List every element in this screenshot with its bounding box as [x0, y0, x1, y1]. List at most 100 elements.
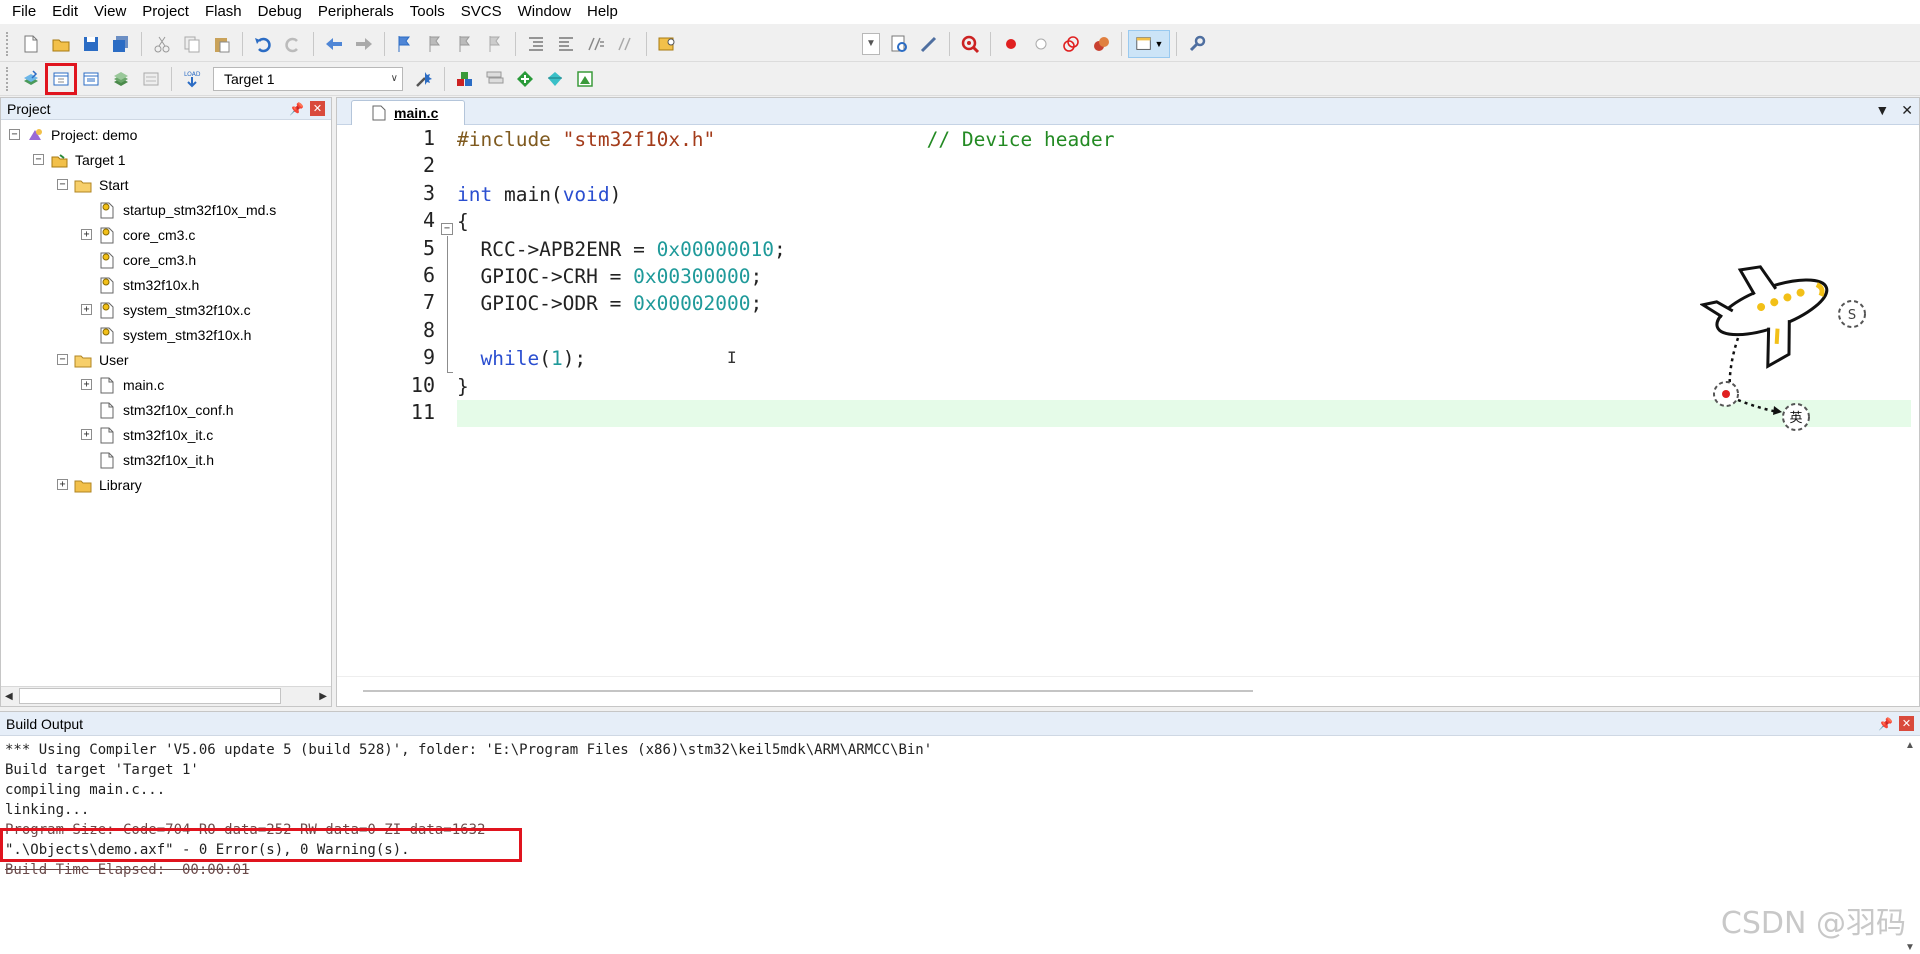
close-tab-icon[interactable]: ✕ — [1901, 102, 1913, 119]
menu-file[interactable]: File — [4, 0, 44, 24]
copy-icon[interactable] — [178, 30, 206, 58]
code-line[interactable]: RCC->APB2ENR = 0x00000010; — [457, 236, 1911, 263]
toolbar-grip[interactable] — [6, 66, 10, 91]
scroll-down-icon[interactable]: ▼ — [1905, 942, 1915, 953]
menu-tools[interactable]: Tools — [402, 0, 453, 24]
menu-edit[interactable]: Edit — [44, 0, 86, 24]
disable-breakpoints-icon[interactable] — [1057, 30, 1085, 58]
tab-list-dropdown-icon[interactable]: ▼ — [1875, 102, 1889, 119]
menu-peripherals[interactable]: Peripherals — [310, 0, 402, 24]
cut-icon[interactable] — [148, 30, 176, 58]
find-icon[interactable] — [885, 30, 913, 58]
tree-item[interactable]: − Target 1 — [1, 147, 331, 172]
menu-help[interactable]: Help — [579, 0, 626, 24]
editor-horizontal-scrollbar[interactable] — [337, 676, 1919, 706]
tree-item[interactable]: stm32f10x_it.h — [1, 447, 331, 472]
window-layout-icon[interactable]: ▼ — [1128, 29, 1170, 58]
code-line[interactable]: while(1); — [457, 345, 1911, 372]
paste-icon[interactable] — [208, 30, 236, 58]
select-software-packs-icon[interactable] — [571, 65, 599, 93]
target-select[interactable]: Target 1 ∨ — [213, 66, 403, 91]
code-line[interactable] — [457, 400, 1911, 427]
bookmark-clear-icon[interactable] — [481, 30, 509, 58]
bookmark-prev-icon[interactable] — [421, 30, 449, 58]
airplane-mascot-icon[interactable]: S 英 — [1700, 258, 1880, 448]
close-icon[interactable]: ✕ — [310, 101, 325, 116]
tree-item[interactable]: + main.c — [1, 372, 331, 397]
tree-item[interactable]: startup_stm32f10x_md.s — [1, 197, 331, 222]
toolbar-grip[interactable] — [6, 31, 10, 56]
indent-icon[interactable] — [522, 30, 550, 58]
fold-collapse-icon[interactable]: − — [441, 223, 453, 235]
tree-item[interactable]: system_stm32f10x.h — [1, 322, 331, 347]
enable-breakpoint-icon[interactable] — [1027, 30, 1055, 58]
tree-item[interactable]: stm32f10x_conf.h — [1, 397, 331, 422]
tree-item[interactable]: + stm32f10x_it.c — [1, 422, 331, 447]
navigate-back-icon[interactable] — [320, 30, 348, 58]
insert-breakpoint-icon[interactable] — [997, 30, 1025, 58]
translate-icon[interactable] — [17, 65, 45, 93]
tree-horizontal-scrollbar[interactable]: ◀ ▶ — [1, 686, 331, 706]
menu-debug[interactable]: Debug — [250, 0, 310, 24]
code-line[interactable] — [457, 153, 1911, 180]
pin-icon[interactable]: 📌 — [289, 102, 304, 116]
navigate-forward-icon[interactable] — [350, 30, 378, 58]
scroll-left-icon[interactable]: ◀ — [5, 691, 13, 702]
save-all-icon[interactable] — [107, 30, 135, 58]
code-line[interactable]: { — [457, 208, 1911, 235]
scroll-thumb[interactable] — [363, 686, 1253, 692]
expand-icon[interactable]: + — [81, 379, 92, 390]
menu-flash[interactable]: Flash — [197, 0, 250, 24]
select-packs-icon[interactable] — [481, 65, 509, 93]
bookmark-icon[interactable] — [391, 30, 419, 58]
tree-item[interactable]: core_cm3.h — [1, 247, 331, 272]
code-line[interactable]: int main(void) — [457, 181, 1911, 208]
menu-window[interactable]: Window — [510, 0, 579, 24]
expand-icon[interactable]: + — [57, 479, 68, 490]
rebuild-icon[interactable] — [77, 65, 105, 93]
unindent-icon[interactable] — [552, 30, 580, 58]
stop-build-icon[interactable] — [137, 65, 165, 93]
expand-icon[interactable]: + — [81, 229, 92, 240]
uncomment-icon[interactable] — [612, 30, 640, 58]
kill-breakpoints-icon[interactable] — [1087, 30, 1115, 58]
open-file-icon[interactable] — [47, 30, 75, 58]
find-in-files-icon[interactable] — [653, 30, 681, 58]
configure-icon[interactable] — [1183, 30, 1211, 58]
build-icon[interactable] — [45, 62, 77, 95]
menu-project[interactable]: Project — [134, 0, 197, 24]
tree-item[interactable]: − Start — [1, 172, 331, 197]
redo-icon[interactable] — [279, 30, 307, 58]
download-load-icon[interactable]: LOAD — [178, 65, 206, 93]
collapse-icon[interactable]: − — [57, 354, 68, 365]
bookmark-next-icon[interactable] — [451, 30, 479, 58]
tree-item[interactable]: stm32f10x.h — [1, 272, 331, 297]
menu-svcs[interactable]: SVCS — [453, 0, 510, 24]
tab-main-c[interactable]: main.c — [351, 100, 465, 125]
collapse-icon[interactable]: − — [57, 179, 68, 190]
target-options-icon[interactable] — [410, 65, 438, 93]
code-line[interactable]: GPIOC->CRH = 0x00300000; — [457, 263, 1911, 290]
tree-item[interactable]: + system_stm32f10x.c — [1, 297, 331, 322]
find-combo-arrow[interactable]: ▼ — [862, 32, 880, 55]
code-line[interactable]: } — [457, 373, 1911, 400]
scroll-up-icon[interactable]: ▲ — [1905, 740, 1915, 751]
expand-icon[interactable]: + — [81, 304, 92, 315]
manage-rte-icon[interactable] — [511, 65, 539, 93]
debug-session-icon[interactable] — [956, 30, 984, 58]
incremental-find-icon[interactable] — [915, 30, 943, 58]
close-icon[interactable]: ✕ — [1899, 716, 1914, 731]
undo-icon[interactable] — [249, 30, 277, 58]
scroll-right-icon[interactable]: ▶ — [319, 691, 327, 702]
tree-item[interactable]: − Project: demo — [1, 122, 331, 147]
scroll-thumb[interactable] — [19, 688, 281, 704]
code-line[interactable] — [457, 318, 1911, 345]
tree-item[interactable]: + Library — [1, 472, 331, 497]
pin-icon[interactable]: 📌 — [1878, 717, 1893, 731]
batch-build-icon[interactable] — [107, 65, 135, 93]
collapse-icon[interactable]: − — [9, 129, 20, 140]
expand-icon[interactable]: + — [81, 429, 92, 440]
menu-view[interactable]: View — [86, 0, 134, 24]
code-line[interactable]: #include "stm32f10x.h" // Device header — [457, 126, 1911, 153]
new-file-icon[interactable] — [17, 30, 45, 58]
